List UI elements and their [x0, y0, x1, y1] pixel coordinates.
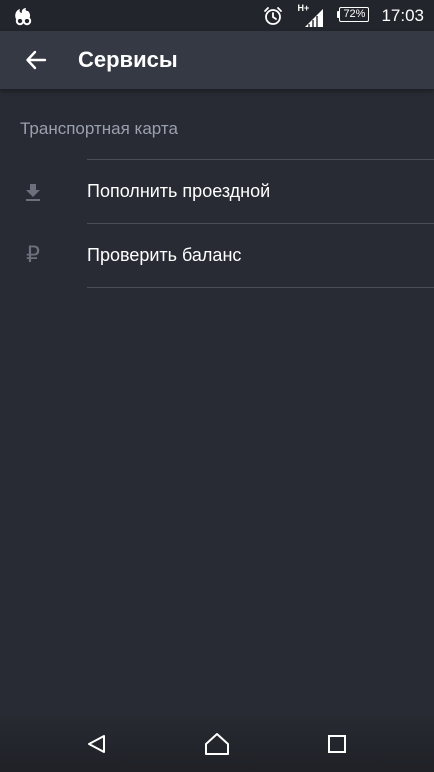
download-icon — [20, 179, 46, 205]
status-bar: H+ 72% 17:03 — [0, 0, 434, 31]
list-item-check-balance[interactable]: ₽ Проверить баланс — [0, 224, 434, 287]
ruble-icon: ₽ — [26, 243, 40, 268]
recents-square-icon — [328, 735, 346, 753]
alarm-icon — [264, 6, 283, 25]
status-time: 17:03 — [381, 5, 424, 25]
list-item-top-up[interactable]: Пополнить проездной — [0, 160, 434, 223]
section-header: Транспортная карта — [20, 119, 178, 138]
arrow-back-icon — [26, 50, 47, 70]
signal-icon: H+ — [297, 3, 324, 27]
page-title: Сервисы — [78, 47, 178, 72]
app-bar: Сервисы — [0, 31, 434, 89]
divider — [87, 287, 434, 288]
back-button[interactable] — [16, 40, 56, 80]
battery-icon: 72% — [337, 7, 371, 24]
list-item-label: Пополнить проездной — [87, 181, 271, 201]
nav-recents-button[interactable] — [317, 724, 357, 764]
navigation-bar — [0, 716, 434, 772]
battery-percent: 72% — [343, 8, 366, 20]
uc-browser-icon — [12, 5, 34, 27]
back-triangle-icon — [88, 735, 105, 753]
home-icon — [205, 733, 229, 755]
list-item-label: Проверить баланс — [87, 245, 242, 265]
nav-home-button[interactable] — [197, 724, 237, 764]
nav-back-button[interactable] — [77, 724, 117, 764]
